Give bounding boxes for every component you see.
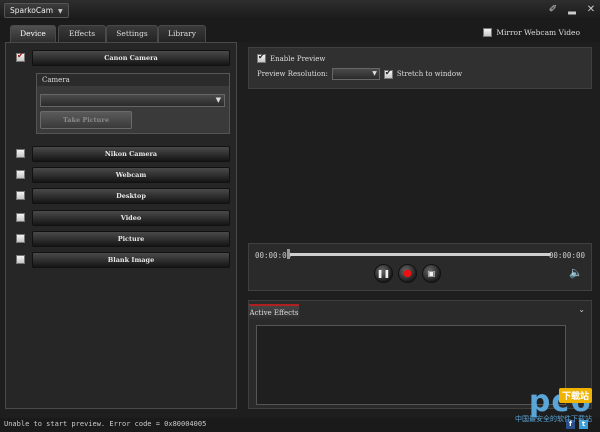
mirror-webcam-option[interactable]: Mirror Webcam Video <box>483 28 580 37</box>
source-canon: Canon Camera <box>14 50 230 66</box>
webcam-button[interactable]: Webcam <box>32 167 230 183</box>
preview-options: Enable Preview Preview Resolution: ▼ Str… <box>248 47 592 89</box>
tab-settings[interactable]: Settings <box>106 25 158 42</box>
record-button[interactable]: ● <box>398 264 417 283</box>
source-desktop: Desktop <box>14 188 230 204</box>
source-picture: Picture <box>14 231 230 247</box>
camera-icon: ▣ <box>427 269 436 278</box>
volume-icon[interactable]: 🔈 <box>569 266 583 279</box>
time-total: 00:00:00 <box>548 251 585 260</box>
picture-button[interactable]: Picture <box>32 231 230 247</box>
time-elapsed: 00:00:00 <box>255 251 292 260</box>
source-blank-image: Blank Image <box>14 252 230 268</box>
picture-checkbox[interactable] <box>16 234 25 243</box>
take-picture-button[interactable]: Take Picture <box>40 111 132 129</box>
app-menu-button[interactable]: SparkoCam ▼ <box>4 3 69 18</box>
pin-icon[interactable]: ✐ <box>548 2 558 17</box>
chevron-down-icon: ▼ <box>58 8 63 15</box>
camera-group-header: Camera <box>37 74 229 86</box>
desktop-button[interactable]: Desktop <box>32 188 230 204</box>
enable-preview-option[interactable]: Enable Preview <box>257 52 326 63</box>
canon-camera-button[interactable]: Canon Camera <box>32 50 230 66</box>
camera-group: Camera ▼ Take Picture <box>36 73 230 134</box>
active-effects-list <box>256 325 566 405</box>
seek-handle[interactable] <box>287 249 290 259</box>
mirror-checkbox[interactable] <box>483 28 493 37</box>
webcam-checkbox[interactable] <box>16 170 25 179</box>
watermark: pc6 下载站 中国最安全的软件下载站 <box>515 384 592 423</box>
camera-select[interactable]: ▼ <box>40 94 225 107</box>
video-checkbox[interactable] <box>16 213 25 222</box>
playback-bar: 00:00:00 00:00:00 ❚❚ ● ▣ 🔈 <box>248 243 592 291</box>
source-nikon: Nikon Camera <box>14 146 230 162</box>
enable-preview-label: Enable Preview <box>270 54 326 63</box>
app-title: SparkoCam <box>10 6 54 15</box>
title-bar: SparkoCam ▼ ✐ ▂ ✕ <box>0 0 600 21</box>
preview-resolution-select[interactable]: ▼ <box>331 68 380 80</box>
watermark-badge: 下载站 <box>558 388 592 403</box>
stretch-label: Stretch to window <box>396 70 463 78</box>
close-icon[interactable]: ✕ <box>586 2 596 17</box>
desktop-checkbox[interactable] <box>16 191 25 200</box>
stretch-checkbox[interactable] <box>383 68 393 79</box>
canon-checkbox[interactable] <box>16 51 25 62</box>
watermark-subtitle: 中国最安全的软件下载站 <box>515 415 592 423</box>
chevron-down-icon: ▼ <box>215 96 221 104</box>
record-icon: ● <box>403 268 412 279</box>
seek-bar[interactable] <box>289 253 551 256</box>
tab-effects[interactable]: Effects <box>58 25 106 42</box>
device-panel: Canon Camera Camera ▼ Take Picture Nikon… <box>5 42 237 409</box>
preview-resolution-label: Preview Resolution: <box>257 70 328 78</box>
source-webcam: Webcam <box>14 167 230 183</box>
nikon-camera-button[interactable]: Nikon Camera <box>32 146 230 162</box>
tab-library[interactable]: Library <box>158 25 206 42</box>
blank-image-button[interactable]: Blank Image <box>32 252 230 268</box>
mirror-label: Mirror Webcam Video <box>496 28 580 37</box>
status-text: Unable to start preview. Error code = 0x… <box>4 420 207 428</box>
collapse-icon[interactable]: ⌄ <box>578 305 585 314</box>
nikon-checkbox[interactable] <box>16 149 25 158</box>
chevron-down-icon: ▼ <box>372 70 377 77</box>
pause-icon: ❚❚ <box>376 269 391 278</box>
preview-resolution-row: Preview Resolution: ▼ Stretch to window <box>257 68 462 80</box>
tab-bar: Device Effects Settings Library Mirror W… <box>0 20 600 42</box>
window-controls: ✐ ▂ ✕ <box>548 2 596 17</box>
video-button[interactable]: Video <box>32 210 230 226</box>
source-video: Video <box>14 210 230 226</box>
pause-button[interactable]: ❚❚ <box>374 264 393 283</box>
tab-device[interactable]: Device <box>10 25 56 42</box>
snapshot-button[interactable]: ▣ <box>422 264 441 283</box>
enable-preview-checkbox[interactable] <box>257 52 266 63</box>
status-bar: Unable to start preview. Error code = 0x… <box>0 418 600 432</box>
blank-image-checkbox[interactable] <box>16 255 25 264</box>
active-effects-tab[interactable]: Active Effects <box>249 304 299 320</box>
minimize-icon[interactable]: ▂ <box>567 2 577 17</box>
